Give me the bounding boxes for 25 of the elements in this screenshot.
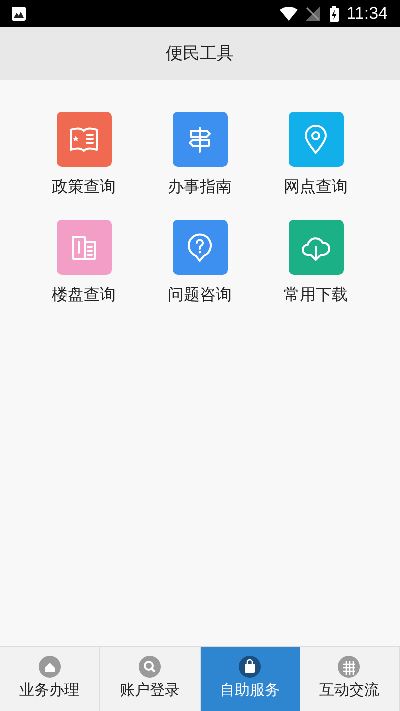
tool-label[interactable]: 常用下载 — [284, 284, 348, 308]
cloud-download-icon[interactable] — [288, 220, 344, 275]
wifi-icon — [280, 6, 298, 20]
location-pin-icon[interactable] — [288, 112, 344, 167]
no-signal-icon — [306, 6, 320, 20]
gallery-icon — [12, 6, 26, 20]
document-icon[interactable] — [56, 220, 112, 275]
tool-label[interactable]: 办事指南 — [168, 176, 232, 200]
book-icon[interactable] — [56, 112, 112, 167]
tool-label[interactable]: 政策查询 — [52, 176, 116, 200]
tab[interactable]: 业务办理 — [0, 647, 100, 711]
search-icon — [138, 656, 161, 678]
tool-label[interactable]: 问题咨询 — [168, 284, 232, 308]
page-title: 便民工具 — [166, 42, 234, 65]
grid-icon — [338, 656, 360, 678]
tab[interactable]: 自助服务 — [200, 647, 300, 711]
tool-label[interactable]: 楼盘查询 — [52, 284, 116, 308]
tab[interactable]: 账户登录 — [100, 647, 200, 711]
signpost-icon[interactable] — [172, 112, 228, 167]
battery-charging-icon — [330, 6, 339, 22]
tab[interactable]: 互动交流 — [300, 647, 400, 711]
tool-label[interactable]: 网点查询 — [284, 176, 348, 200]
question-bubble-icon[interactable] — [172, 220, 228, 275]
clock-time: 11:34 — [346, 2, 388, 25]
home-icon — [38, 656, 61, 678]
